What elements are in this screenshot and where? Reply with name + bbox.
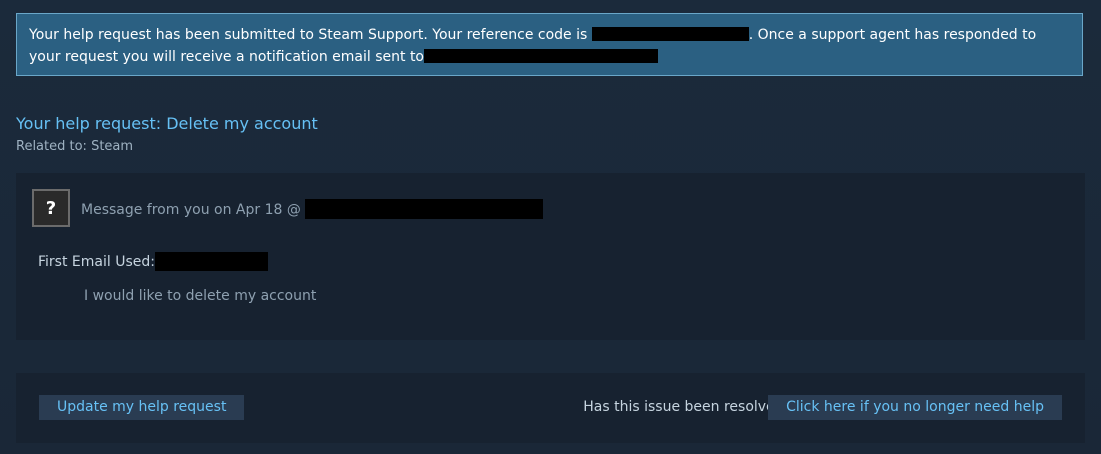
first-email-used: First Email Used: xyxy=(38,252,268,271)
redacted-timestamp xyxy=(305,199,544,219)
resolved-question: Has this issue been resolved? xyxy=(583,399,791,415)
submission-notice: Your help request has been submitted to … xyxy=(16,13,1083,76)
avatar: ? xyxy=(32,189,70,227)
redacted-reference-code xyxy=(591,27,749,41)
message-body: I would like to delete my account xyxy=(84,288,317,304)
actions-panel: Update my help request Has this issue be… xyxy=(16,373,1085,443)
message-header: Message from you on Apr 18 @ xyxy=(81,199,544,219)
request-related: Related to: Steam xyxy=(16,139,134,154)
message-header-text: Message from you on Apr 18 @ xyxy=(81,202,301,218)
request-title: Your help request: Delete my account xyxy=(16,114,318,133)
notice-text-part1: Your help request has been submitted to … xyxy=(29,27,592,43)
update-request-button[interactable]: Update my help request xyxy=(39,395,245,420)
redacted-email xyxy=(424,49,658,63)
message-panel: ? Message from you on Apr 18 @ First Ema… xyxy=(16,173,1085,340)
no-longer-need-help-button[interactable]: Click here if you no longer need help xyxy=(768,395,1062,420)
question-mark-icon: ? xyxy=(45,197,57,219)
redacted-first-email xyxy=(154,252,268,271)
first-email-label: First Email Used: xyxy=(38,254,155,270)
